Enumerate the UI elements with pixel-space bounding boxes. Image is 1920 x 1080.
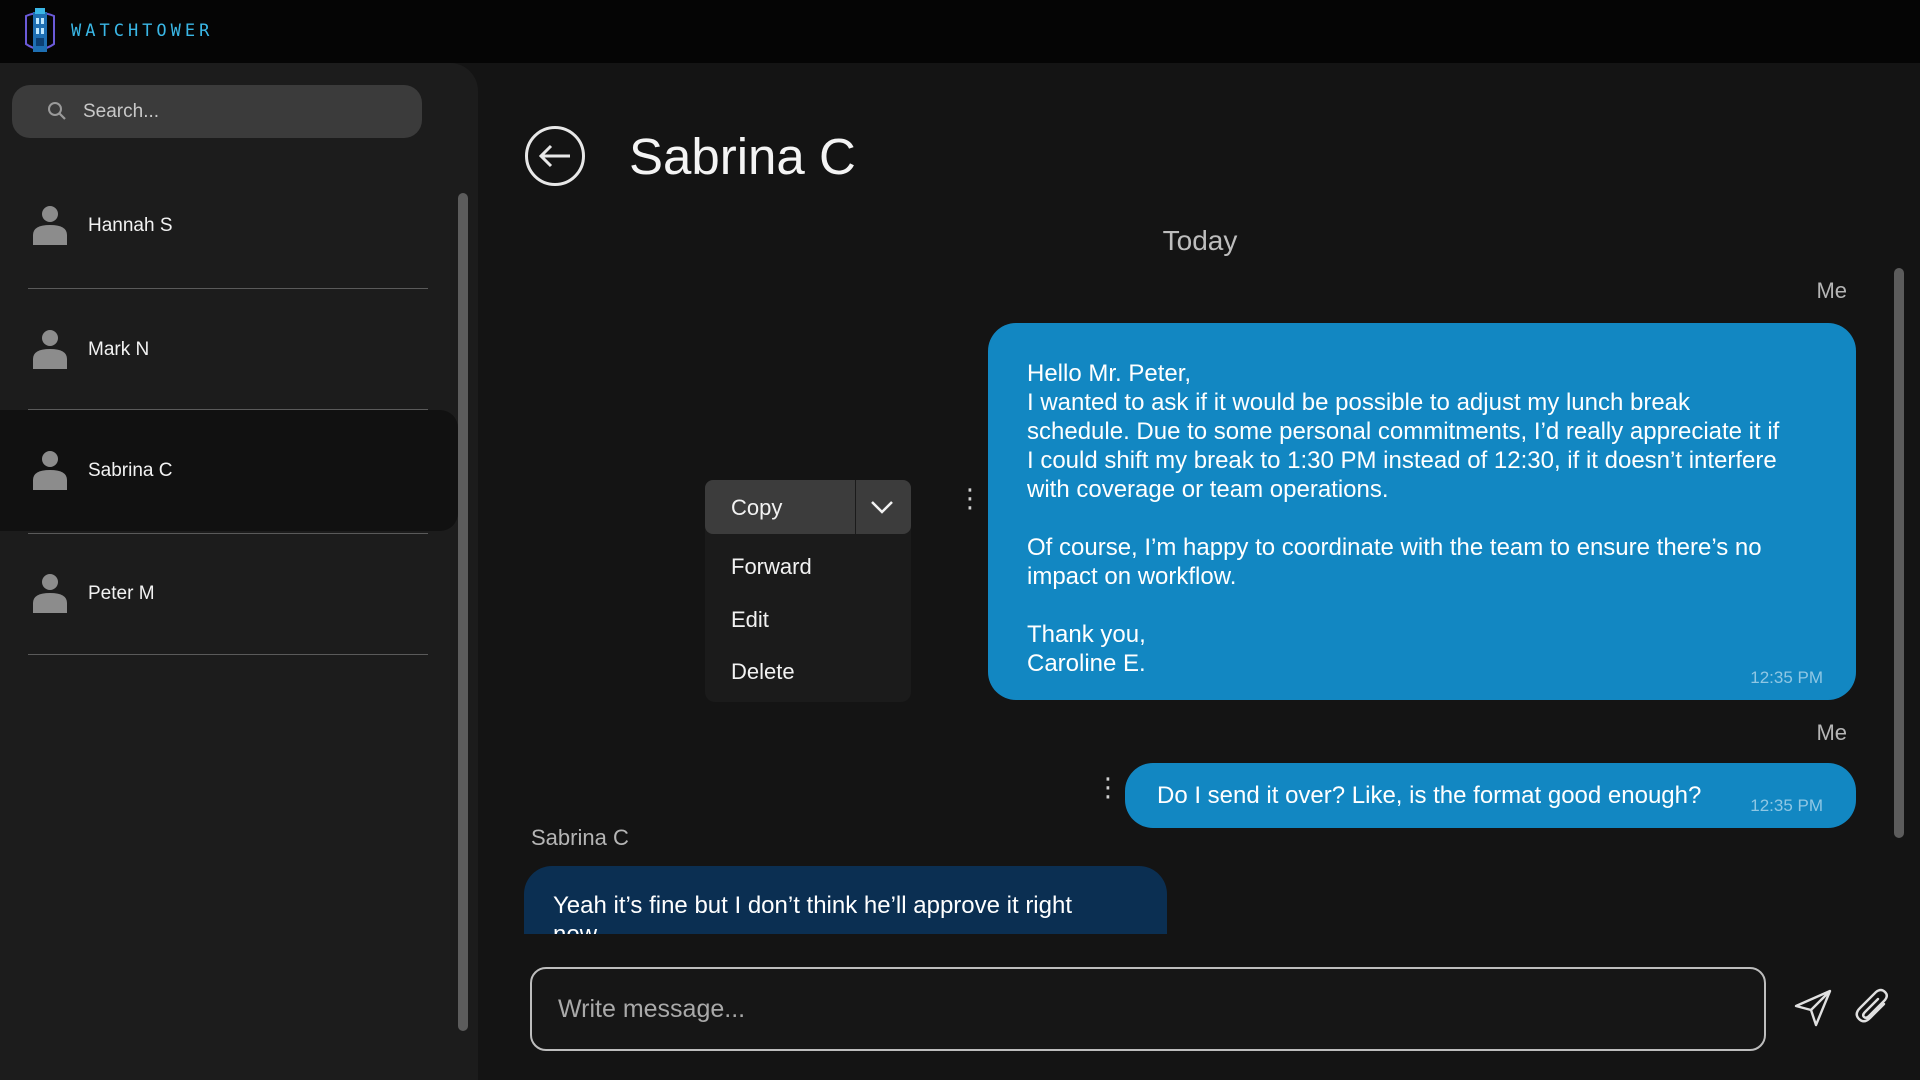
more-options-icon[interactable]: ⋮ xyxy=(957,485,983,511)
message-input[interactable] xyxy=(558,969,1738,1049)
user-avatar-icon xyxy=(33,451,67,490)
sidebar-scrollbar[interactable] xyxy=(458,193,468,1031)
copy-label: Copy xyxy=(731,495,783,520)
back-arrow-icon xyxy=(538,144,570,168)
brand-name: WATCHTOWER xyxy=(71,21,214,41)
message-time: 12:42 PM xyxy=(1072,926,1145,934)
search-input[interactable] xyxy=(83,85,403,138)
sender-label: Me xyxy=(1816,720,1847,745)
contact-name: Mark N xyxy=(88,338,150,360)
message-text: Yeah it’s fine but I don’t think he’ll a… xyxy=(553,892,1072,934)
contact-item-sabrina[interactable]: Sabrina C xyxy=(0,410,458,531)
attach-icon[interactable] xyxy=(1854,988,1894,1028)
top-bar: WATCHTOWER xyxy=(0,0,1920,63)
user-avatar-icon xyxy=(33,574,67,613)
sender-label: Sabrina C xyxy=(531,825,629,850)
search-icon xyxy=(48,102,66,120)
chat-scrollbar[interactable] xyxy=(1894,268,1904,838)
send-icon[interactable] xyxy=(1793,988,1833,1028)
message-context-menu: Copy Forward Edit Delete xyxy=(705,480,911,702)
delete-menu-item[interactable]: Delete xyxy=(731,659,795,685)
contact-item-mark[interactable]: Mark N xyxy=(0,289,458,410)
chevron-down-icon[interactable] xyxy=(868,495,896,519)
message-bubble-sent[interactable]: Do I send it over? Like, is the format g… xyxy=(1125,763,1856,828)
message-time: 12:35 PM xyxy=(1750,796,1823,815)
message-text: Hello Mr. Peter, I wanted to ask if it w… xyxy=(1027,360,1780,677)
message-list: Today Me Hello Mr. Peter, I wanted to as… xyxy=(480,210,1920,934)
contacts-sidebar: Hannah S Mark N Sabrina C Peter M xyxy=(0,63,478,1080)
contact-name: Sabrina C xyxy=(88,459,173,481)
back-button[interactable] xyxy=(525,126,585,186)
search-bar[interactable] xyxy=(12,85,422,138)
user-avatar-icon xyxy=(33,206,67,245)
chat-title: Sabrina C xyxy=(629,128,856,185)
contact-item-peter[interactable]: Peter M xyxy=(0,533,458,654)
copy-menu-item[interactable]: Copy xyxy=(705,480,911,534)
message-text: Do I send it over? Like, is the format g… xyxy=(1157,782,1702,809)
menu-split-divider xyxy=(855,480,856,534)
user-avatar-icon xyxy=(33,330,67,369)
forward-menu-item[interactable]: Forward xyxy=(731,554,812,580)
more-options-icon[interactable]: ⋮ xyxy=(1095,774,1121,800)
message-composer[interactable] xyxy=(530,967,1766,1051)
edit-menu-item[interactable]: Edit xyxy=(731,607,769,633)
date-separator: Today xyxy=(1162,225,1238,256)
contact-name: Peter M xyxy=(88,582,155,604)
message-time: 12:35 PM xyxy=(1750,668,1823,687)
divider xyxy=(28,654,428,655)
watchtower-logo-icon[interactable] xyxy=(22,6,58,56)
sender-label: Me xyxy=(1816,278,1847,303)
message-bubble-received[interactable]: Yeah it’s fine but I don’t think he’ll a… xyxy=(524,866,1167,934)
contact-item-hannah[interactable]: Hannah S xyxy=(0,165,458,286)
message-bubble-sent[interactable]: Hello Mr. Peter, I wanted to ask if it w… xyxy=(988,323,1856,700)
contact-name: Hannah S xyxy=(88,214,173,236)
